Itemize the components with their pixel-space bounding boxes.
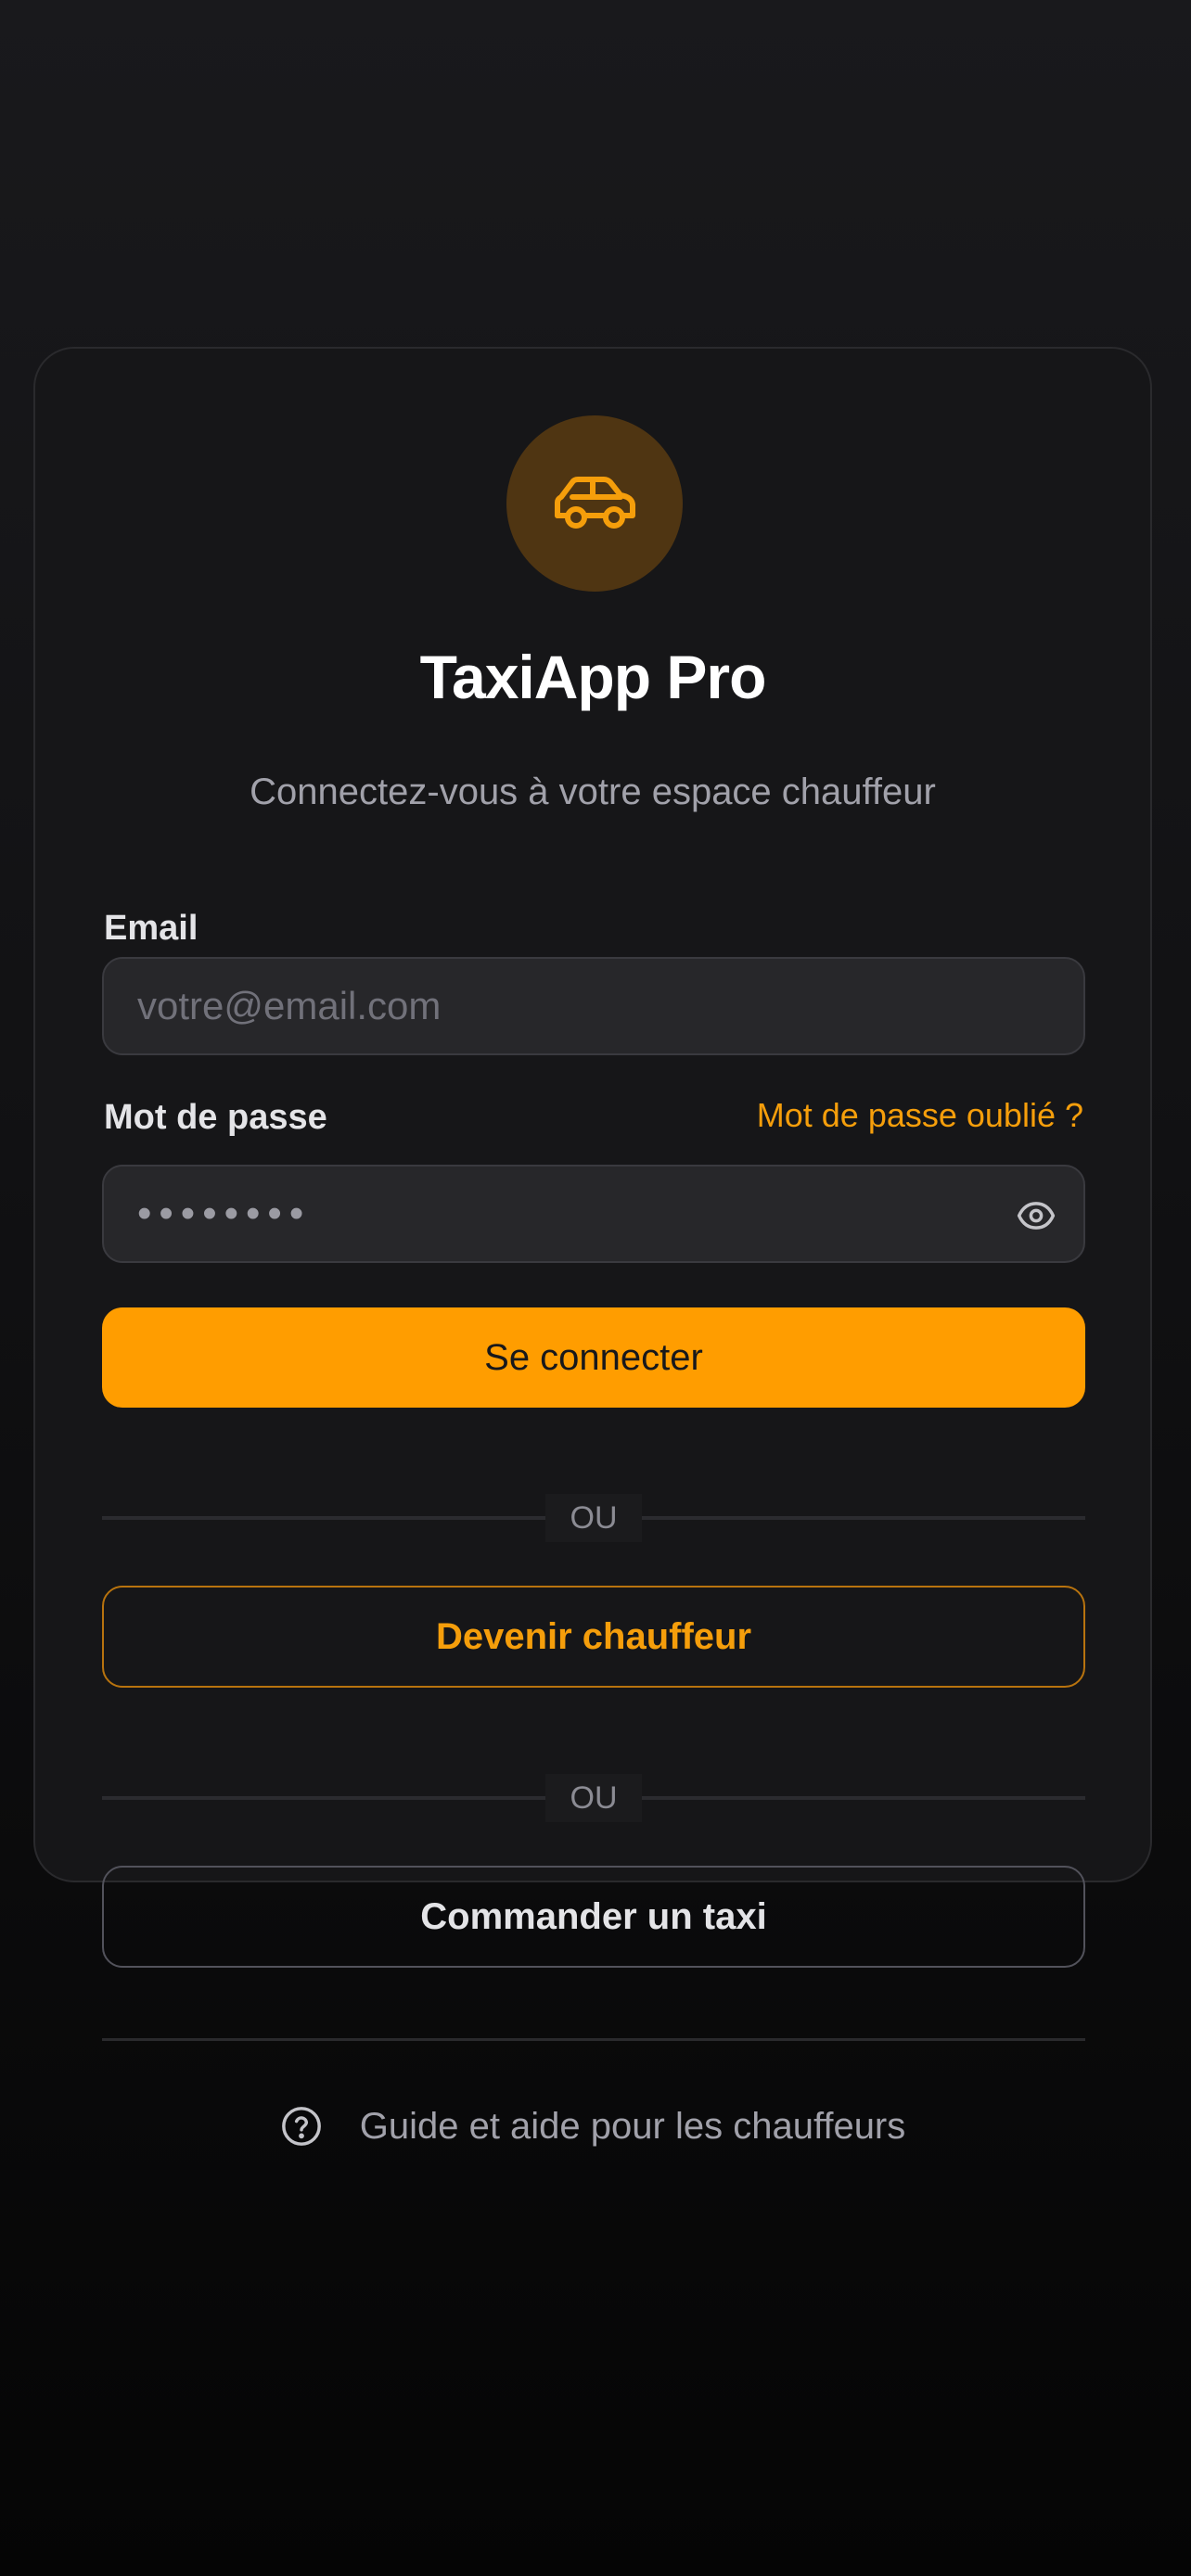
login-button[interactable]: Se connecter: [102, 1307, 1085, 1408]
divider-or: OU: [545, 1774, 642, 1822]
password-field[interactable]: ••••••••: [102, 1165, 1085, 1263]
app-logo: [506, 415, 683, 592]
password-label: Mot de passe: [104, 1098, 327, 1137]
login-card: TaxiApp Pro Connectez-vous à votre espac…: [33, 347, 1152, 2147]
help-circle-icon: [281, 2107, 321, 2146]
app-title: TaxiApp Pro: [419, 643, 767, 711]
car-icon: [555, 477, 635, 529]
forgot-password-link[interactable]: Mot de passe oublié ?: [757, 1096, 1083, 1135]
help-label: Guide et aide pour les chauffeurs: [359, 2105, 906, 2147]
email-placeholder: votre@email.com: [137, 984, 442, 1027]
email-field[interactable]: votre@email.com: [102, 957, 1085, 1055]
divider-or: OU: [545, 1494, 642, 1542]
order-taxi-button[interactable]: Commander un taxi: [102, 1866, 1085, 1968]
eye-icon[interactable]: [1017, 1196, 1056, 1240]
become-driver-button[interactable]: Devenir chauffeur: [102, 1586, 1085, 1688]
email-label: Email: [104, 909, 198, 948]
password-mask: ••••••••: [137, 1191, 312, 1236]
login-subtitle: Connectez-vous à votre espace chauffeur: [250, 772, 936, 812]
driver-help-link[interactable]: Guide et aide pour les chauffeurs: [35, 2105, 1150, 2148]
footer-divider: [102, 2038, 1085, 2041]
